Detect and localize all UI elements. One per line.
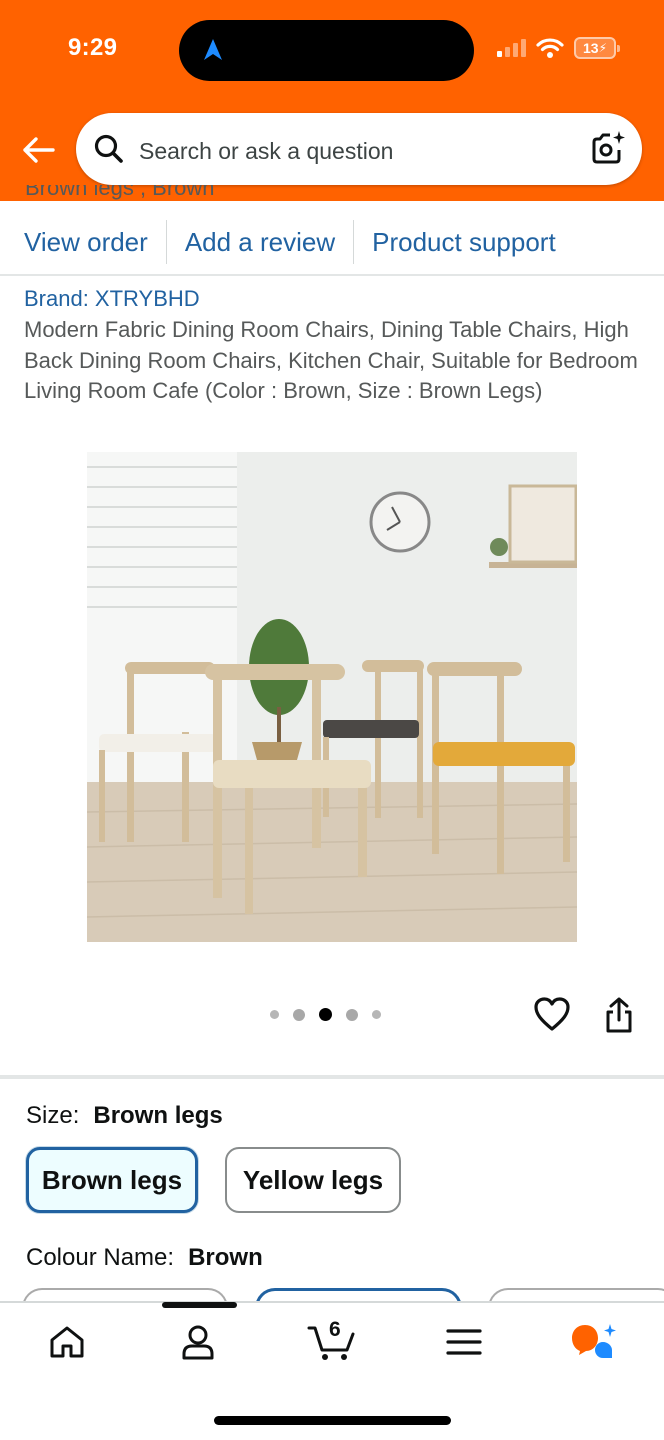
search-input[interactable]: Search or ask a question	[76, 113, 642, 185]
product-title: Modern Fabric Dining Room Chairs, Dining…	[24, 317, 638, 403]
signal-icon	[497, 39, 526, 57]
dynamic-island	[179, 20, 474, 81]
home-icon[interactable]	[47, 1322, 87, 1362]
menu-icon[interactable]	[444, 1322, 484, 1362]
product-image[interactable]	[87, 452, 577, 942]
carousel-dot[interactable]	[293, 1008, 305, 1021]
divider	[0, 274, 664, 276]
image-carousel-indicator[interactable]	[270, 1008, 381, 1021]
colour-selection-label: Colour Name: Brown	[26, 1244, 263, 1272]
size-chip-yellow-legs[interactable]: Yellow legs	[225, 1147, 401, 1213]
colour-value: Brown	[188, 1244, 263, 1271]
share-icon[interactable]	[603, 996, 635, 1034]
carousel-dot[interactable]	[346, 1008, 358, 1021]
product-photo-illustration	[87, 452, 577, 942]
brand-link[interactable]: Brand: XTRYBHD	[24, 286, 200, 312]
size-chip-brown-legs[interactable]: Brown legs	[26, 1147, 198, 1213]
size-selection-label: Size: Brown legs	[26, 1102, 223, 1130]
search-placeholder: Search or ask a question	[139, 138, 394, 164]
app-header: 9:29 13 ⚡ Search or ask a question	[0, 0, 664, 201]
battery-level: 13	[582, 40, 599, 56]
navigation-arrow-icon	[204, 39, 222, 60]
size-label: Size:	[26, 1102, 80, 1129]
view-order-link[interactable]: View order	[24, 227, 148, 258]
carousel-dot[interactable]	[372, 1010, 381, 1019]
back-arrow-icon[interactable]	[20, 134, 56, 166]
account-icon[interactable]	[178, 1322, 218, 1362]
battery-icon: 13 ⚡	[574, 37, 620, 59]
carousel-dot[interactable]	[270, 1010, 279, 1019]
active-tab-indicator	[162, 1302, 237, 1308]
add-review-link[interactable]: Add a review	[185, 227, 335, 258]
cart-count-badge: 6	[329, 1318, 341, 1341]
heart-icon[interactable]	[533, 996, 571, 1032]
wifi-icon	[536, 38, 564, 58]
status-indicators: 13 ⚡	[497, 37, 620, 59]
carousel-dot-active[interactable]	[319, 1008, 332, 1021]
colour-label: Colour Name:	[26, 1244, 175, 1271]
divider	[353, 220, 355, 264]
divider	[0, 1075, 664, 1079]
camera-search-icon[interactable]	[588, 129, 626, 167]
search-icon	[94, 134, 123, 163]
home-indicator	[214, 1416, 451, 1425]
rufus-assistant-icon[interactable]	[570, 1322, 618, 1362]
status-time: 9:29	[68, 34, 118, 61]
divider	[165, 220, 167, 264]
size-value: Brown legs	[93, 1102, 223, 1129]
order-variant-text: Brown legs , Brown	[25, 185, 215, 200]
product-support-link[interactable]: Product support	[372, 227, 556, 258]
order-actions: View order Add a review Product support	[0, 213, 664, 271]
